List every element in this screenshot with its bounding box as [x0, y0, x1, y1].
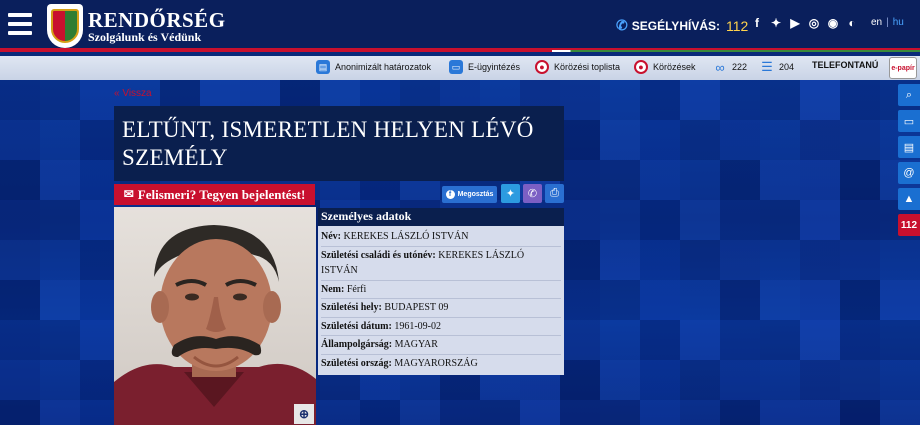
- brand-subtitle: Szolgálunk és Védünk: [88, 30, 202, 44]
- monitor-icon[interactable]: ▭: [898, 110, 920, 132]
- telefontanu-link[interactable]: TELEFONTANÚ: [812, 60, 878, 70]
- data-row: Születési ország: MAGYARORSZÁG: [321, 355, 561, 373]
- data-row: Név: KEREKES LÁSZLÓ ISTVÁN: [321, 228, 561, 247]
- back-link[interactable]: « Vissza: [114, 88, 152, 99]
- twitter-share-button[interactable]: ✦: [501, 184, 520, 203]
- personal-data-panel: Személyes adatok Név: KEREKES LÁSZLÓ IST…: [318, 208, 564, 375]
- wanted-list-link[interactable]: ● Körözések: [634, 60, 696, 74]
- personal-data-heading: Személyes adatok: [318, 208, 564, 226]
- emergency-number[interactable]: 112: [726, 18, 748, 34]
- data-row: Születési családi és utónév: KEREKES LÁS…: [321, 247, 561, 281]
- clipboard-icon: ▤: [316, 60, 330, 74]
- e-administration-link[interactable]: ▭ E-ügyintézés: [449, 60, 520, 74]
- envelope-icon: ✉: [123, 187, 134, 201]
- missing-count-link[interactable]: ∞ 222: [713, 59, 747, 75]
- lang-en[interactable]: en: [871, 17, 882, 28]
- emergency-label: SEGÉLYHÍVÁS:: [631, 18, 720, 33]
- data-row-key: Nem:: [321, 283, 345, 295]
- person-photo[interactable]: [114, 207, 316, 425]
- data-row-value: BUDAPEST 09: [384, 302, 449, 313]
- police-crest-logo[interactable]: [47, 4, 83, 48]
- data-row-key: Születési dátum:: [321, 320, 392, 332]
- facebook-icon: f: [445, 190, 455, 199]
- data-row-key: Születési hely:: [321, 302, 382, 313]
- quick-links-bar: ▤ Anonimizált határozatok ▭ E-ügyintézés…: [0, 56, 920, 80]
- road-icon[interactable]: ▲: [898, 188, 920, 210]
- data-row-key: Születési családi és utónév:: [321, 249, 436, 261]
- list-icon: ☰: [761, 59, 773, 74]
- print-button[interactable]: ⎙: [545, 184, 564, 203]
- twitter-icon[interactable]: ✦: [769, 16, 783, 30]
- data-row-value: 1961-09-02: [394, 320, 442, 332]
- phone-icon: ✆: [616, 17, 628, 33]
- data-row-value: Férfi: [346, 283, 367, 295]
- data-row-key: Állampolgárság:: [321, 339, 393, 350]
- data-row-key: Születési ország:: [321, 357, 392, 369]
- data-row-value: MAGYARORSZÁG: [394, 357, 478, 369]
- personal-data-list: Név: KEREKES LÁSZLÓ ISTVÁN Születési csal…: [318, 226, 564, 375]
- facebook-share-button[interactable]: f Megosztás: [442, 186, 497, 203]
- viber-share-button[interactable]: ✆: [523, 184, 542, 203]
- laptop-icon: ▭: [449, 60, 463, 74]
- wanted-toplist-link[interactable]: ● Körözési toplista: [535, 60, 620, 74]
- data-row-value: MAGYAR: [394, 339, 438, 350]
- data-row: Állampolgárság: MAGYAR: [321, 336, 561, 355]
- wanted-count-link[interactable]: ☰ 204: [760, 59, 794, 74]
- social-links: f ✦ ▶ ◎ ◉ ◐: [750, 16, 859, 30]
- anonymized-decisions-link[interactable]: ▤ Anonimizált határozatok: [316, 60, 431, 74]
- instagram-icon[interactable]: ◎: [807, 16, 821, 30]
- data-row-value: KEREKES LÁSZLÓ ISTVÁN: [343, 231, 469, 242]
- search-icon[interactable]: ⌕: [898, 84, 920, 106]
- facebook-icon[interactable]: f: [750, 16, 764, 30]
- report-button[interactable]: ✉ Felismeri? Tegyen bejelentést!: [114, 184, 315, 205]
- youtube-icon[interactable]: ▶: [788, 16, 802, 30]
- data-row: Nem: Férfi: [321, 281, 561, 299]
- binoculars-icon: ∞: [715, 59, 725, 75]
- target-icon: ●: [535, 60, 549, 74]
- at-icon[interactable]: @: [898, 162, 920, 184]
- rss-icon[interactable]: ◉: [826, 16, 840, 30]
- emergency-112-icon[interactable]: 112: [898, 214, 920, 236]
- data-row: Születési hely: BUDAPEST 09: [321, 299, 561, 318]
- emergency-call[interactable]: ✆ SEGÉLYHÍVÁS: 112: [616, 17, 748, 34]
- title-panel: ELTŰNT, ISMERETLEN HELYEN LÉVŐ SZEMÉLY: [114, 106, 564, 181]
- epapir-link[interactable]: e-papír: [889, 57, 917, 79]
- accessibility-icon[interactable]: ◐: [845, 16, 859, 30]
- target-icon: ●: [634, 60, 648, 74]
- document-icon[interactable]: ▤: [898, 136, 920, 158]
- data-row: Születési dátum: 1961-09-02: [321, 318, 561, 336]
- data-row-key: Név:: [321, 231, 341, 242]
- zoom-icon[interactable]: ⊕: [294, 404, 314, 424]
- menu-icon[interactable]: [8, 13, 32, 35]
- language-switcher: en | hu: [871, 17, 904, 28]
- lang-hu[interactable]: hu: [893, 17, 904, 28]
- page-title: ELTŰNT, ISMERETLEN HELYEN LÉVŐ SZEMÉLY: [122, 117, 534, 170]
- site-header: RENDŐRSÉG Szolgálunk és Védünk ✆ SEGÉLYH…: [0, 0, 920, 52]
